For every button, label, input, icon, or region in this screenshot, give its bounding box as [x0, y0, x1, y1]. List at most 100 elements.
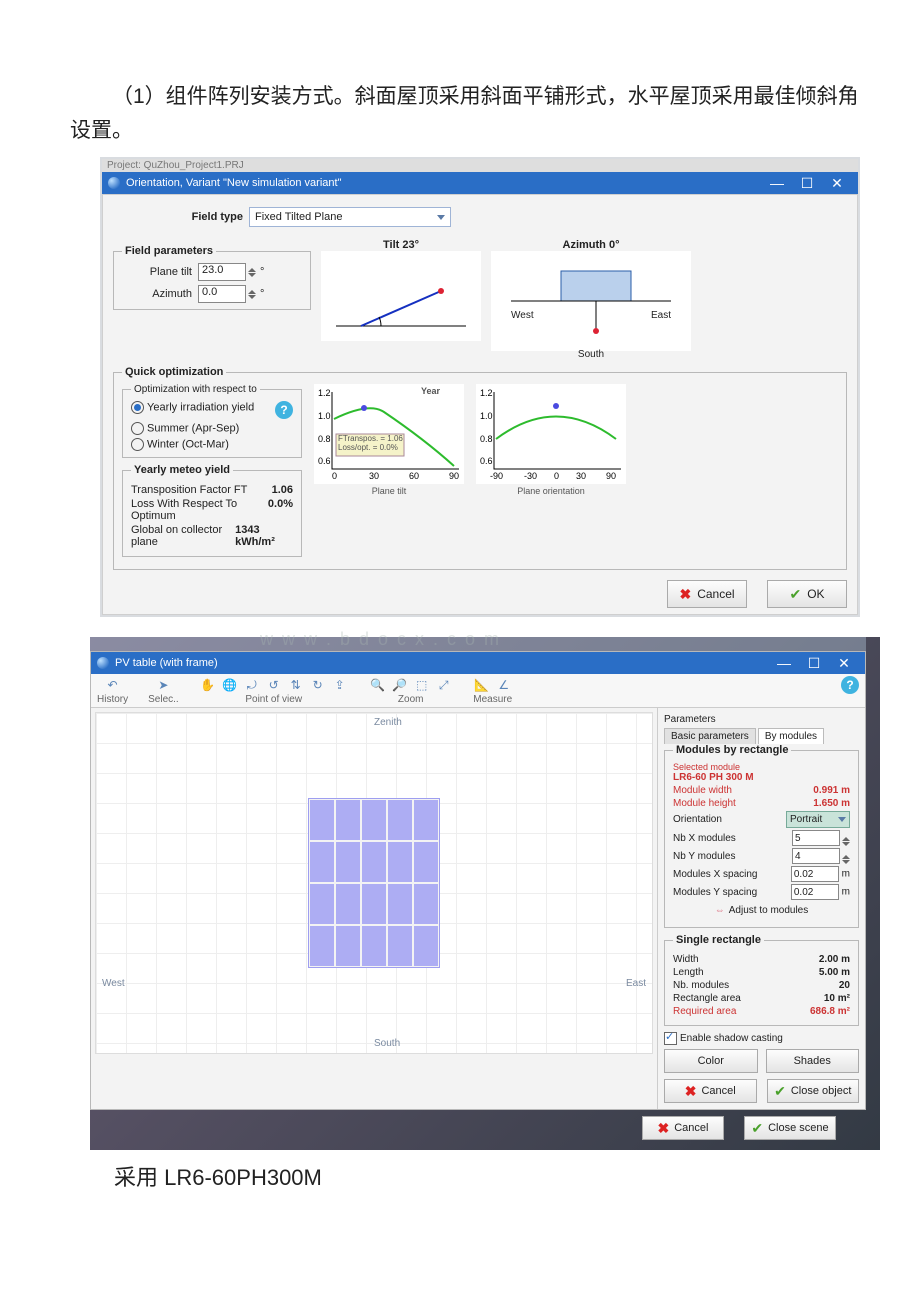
watermark: w w w . b d o c x . c o m	[260, 629, 501, 650]
svg-text:1.0: 1.0	[318, 411, 331, 421]
plane-tilt-spinner[interactable]	[248, 268, 256, 277]
plot1-xlabel: Plane tilt	[314, 486, 464, 496]
close-object-button[interactable]: ✔Close object	[767, 1079, 860, 1103]
opt-winter[interactable]: Winter (Oct-Mar)	[131, 438, 293, 451]
plane-tilt-input[interactable]: 23.0	[198, 263, 246, 281]
orientation-select[interactable]: Portrait	[786, 811, 850, 828]
help-icon[interactable]: ?	[275, 401, 293, 419]
msx-input[interactable]: 0.02	[791, 866, 839, 882]
adjust-to-modules-button[interactable]: ⇔ Adjust to modules	[673, 905, 850, 916]
opt-summer[interactable]: Summer (Apr-Sep)	[131, 422, 293, 435]
minimize-button[interactable]: —	[769, 655, 799, 671]
screenshot-pv-table: w w w . b d o c x . c o m PV table (with…	[90, 637, 880, 1150]
color-button[interactable]: Color	[664, 1049, 758, 1073]
tool-measure[interactable]: 📐 ∠ Measure	[473, 676, 513, 705]
svg-text:-30: -30	[524, 471, 537, 481]
svg-text:30: 30	[369, 471, 379, 481]
3d-canvas[interactable]: Zenith West East South	[95, 712, 653, 1054]
svg-text:0.8: 0.8	[480, 434, 493, 444]
undo-icon: ↶	[104, 676, 122, 694]
tool-point-of-view[interactable]: ✋ 🌐 ⤾ ↺ ⇅ ↻ ⇪ Point of view	[199, 676, 349, 705]
chevron-down-icon	[838, 817, 846, 822]
cancel-button[interactable]: ✖Cancel	[667, 580, 747, 608]
single-rectangle: Single rectangle Width2.00 m Length5.00 …	[664, 934, 859, 1026]
single-rect-legend: Single rectangle	[673, 934, 764, 946]
azimuth-spinner[interactable]	[248, 290, 256, 299]
south-label: South	[374, 1038, 400, 1049]
close-button[interactable]: ✕	[829, 655, 859, 672]
side-panel: Parameters Basic parameters By modules M…	[657, 708, 865, 1109]
globe-icon: 🌐	[221, 676, 239, 694]
msy-input[interactable]: 0.02	[791, 884, 839, 900]
opt-yearly[interactable]: Yearly irradiation yield	[131, 401, 254, 419]
help-icon[interactable]: ?	[841, 676, 859, 694]
pv-modules-grid	[308, 798, 440, 968]
dialog-titlebar: Orientation, Variant "New simulation var…	[102, 172, 858, 194]
nbx-input[interactable]: 5	[792, 830, 840, 846]
x-icon: ✖	[679, 586, 691, 603]
nby-spinner[interactable]	[842, 855, 850, 864]
close-button[interactable]: ✕	[822, 175, 852, 192]
field-type-label: Field type	[153, 211, 249, 223]
tool-history[interactable]: ↶ History	[97, 676, 128, 705]
yield-ft-val: 1.06	[272, 484, 293, 496]
module-width-val: 0.991 m	[813, 785, 850, 796]
hand-icon: ✋	[199, 676, 217, 694]
svg-text:1.2: 1.2	[480, 388, 493, 398]
nby-input[interactable]: 4	[792, 848, 840, 864]
screenshot-orientation-dialog: Project: QuZhou_Project1.PRJ Orientation…	[100, 157, 860, 617]
x-icon: ✖	[685, 1083, 697, 1100]
app-icon	[97, 657, 109, 669]
zenith-label: Zenith	[374, 717, 402, 728]
tool-zoom[interactable]: 🔍 🔎 ⬚ ⤢ Zoom	[369, 676, 453, 705]
tool-select[interactable]: ➤ Selec..	[148, 676, 179, 705]
nbx-spinner[interactable]	[842, 837, 850, 846]
pv-titlebar: PV table (with frame) — ☐ ✕	[91, 652, 865, 674]
nb-modules-val: 20	[839, 980, 850, 991]
yield-global-val: 1343 kWh/m²	[235, 524, 293, 548]
selected-module-label: Selected module	[673, 762, 850, 772]
angle-icon: ∠	[495, 676, 513, 694]
maximize-button[interactable]: ☐	[792, 175, 822, 192]
app-icon	[108, 177, 120, 189]
length-val: 5.00 m	[819, 967, 850, 978]
check-icon: ✔	[774, 1083, 786, 1100]
field-type-select[interactable]: Fixed Tilted Plane	[249, 207, 451, 227]
tilt-diagram	[321, 251, 481, 341]
nby-label: Nb Y modules	[673, 851, 735, 862]
tab-basic-parameters[interactable]: Basic parameters	[664, 728, 756, 744]
scene-cancel-button[interactable]: ✖Cancel	[642, 1116, 724, 1140]
check-icon: ✔	[789, 586, 801, 603]
compass-east: East	[651, 310, 671, 321]
field-type-value: Fixed Tilted Plane	[255, 211, 342, 223]
check-icon: ✔	[751, 1120, 763, 1137]
ok-button[interactable]: ✔OK	[767, 580, 847, 608]
cancel-button[interactable]: ✖Cancel	[664, 1079, 757, 1103]
plot2-xlabel: Plane orientation	[476, 486, 626, 496]
zoom-rect-icon: ⬚	[413, 676, 431, 694]
msy-label: Modules Y spacing	[673, 887, 757, 898]
quick-optimization: Quick optimization Optimization with res…	[113, 366, 847, 570]
enable-shadow-checkbox[interactable]: Enable shadow casting	[664, 1033, 783, 1044]
minimize-button[interactable]: —	[762, 175, 792, 191]
plane-tilt-label: Plane tilt	[122, 266, 198, 278]
doc-para-1: （1）组件阵列安装方式。斜面屋顶采用斜面平铺形式，水平屋顶采用最佳倾斜角设置。	[70, 80, 860, 147]
nb-modules-label: Nb. modules	[673, 980, 729, 991]
orientation-label: Orientation	[673, 814, 722, 825]
azimuth-input[interactable]: 0.0	[198, 285, 246, 303]
azimuth-label: Azimuth	[122, 288, 198, 300]
svg-text:0.6: 0.6	[480, 456, 493, 466]
module-height-val: 1.650 m	[813, 798, 850, 809]
plot1-annot2: Loss/opt. = 0.0%	[338, 444, 403, 453]
module-height-label: Module height	[673, 798, 736, 809]
compass-west: West	[511, 310, 534, 321]
tab-by-modules[interactable]: By modules	[758, 728, 824, 744]
shades-button[interactable]: Shades	[766, 1049, 860, 1073]
adjust-icon: ⇔	[715, 905, 725, 916]
field-parameters-legend: Field parameters	[122, 245, 216, 257]
svg-text:60: 60	[409, 471, 419, 481]
close-scene-button[interactable]: ✔Close scene	[744, 1116, 836, 1140]
maximize-button[interactable]: ☐	[799, 655, 829, 672]
doc-para-2: 采用 LR6-60PH300M	[70, 1160, 860, 1192]
plot-plane-orientation: 1.21.00.80.6 -90-3003090 Plane orientati…	[476, 384, 626, 484]
